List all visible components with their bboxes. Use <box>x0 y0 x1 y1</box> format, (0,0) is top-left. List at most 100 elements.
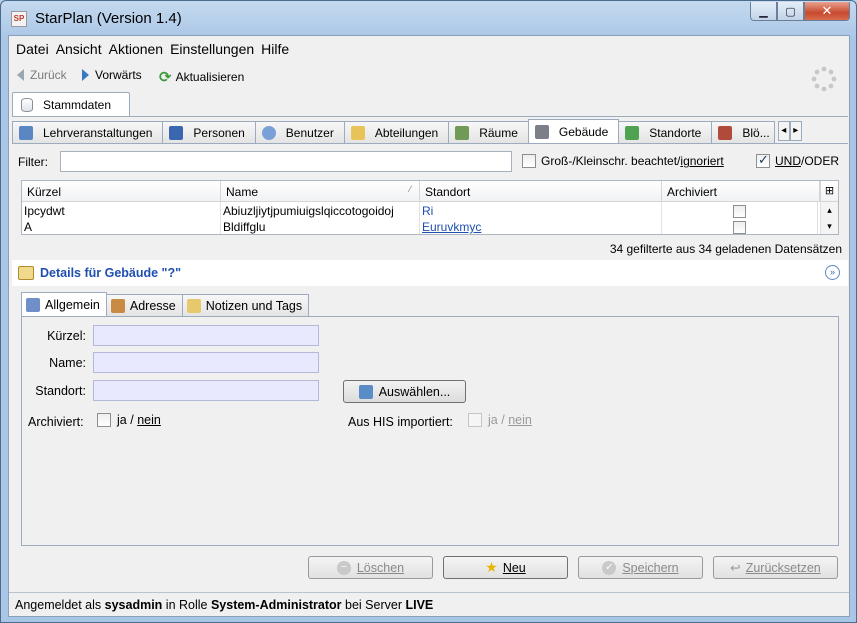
tab-scroll-left-icon[interactable]: ◂ <box>777 121 790 141</box>
window-title: StarPlan (Version 1.4) <box>35 10 182 27</box>
archived-checkbox[interactable] <box>733 205 746 219</box>
building-icon <box>534 124 549 139</box>
name-input[interactable] <box>93 352 319 373</box>
table-header: Kürzel Name ⁄ Standort Archiviert ⊞ <box>22 181 838 202</box>
refresh-button[interactable]: ⟳ Aktualisieren <box>159 68 244 86</box>
cell-name: Bldiffglu <box>221 220 420 234</box>
column-name-label: Name <box>226 185 259 199</box>
tab-scroll-right-icon[interactable]: ▸ <box>789 121 802 141</box>
status-mid: in Rolle <box>162 598 211 612</box>
tab-lehrveranstaltungen[interactable]: Lehrveranstaltungen <box>12 121 164 143</box>
tab-label: Adresse <box>129 298 176 313</box>
app-icon: SP <box>11 11 27 27</box>
house-icon <box>110 298 125 313</box>
cell-name: Abiuzljiytjpumiuigslqiccotogoidoj <box>221 202 420 220</box>
tab-raeume[interactable]: Räume <box>448 121 529 143</box>
user-icon <box>261 125 276 140</box>
tab-label: Gebäude <box>558 124 609 139</box>
tab-standorte[interactable]: Standorte <box>618 121 713 143</box>
status-user: sysadmin <box>104 598 163 612</box>
nav-bar: Zurück Vorwärts ⟳ Aktualisieren <box>9 64 849 92</box>
tab-gebaeude[interactable]: Gebäude <box>527 119 620 143</box>
filter-label: Filter: <box>18 155 48 169</box>
back-arrow-icon <box>17 69 24 81</box>
action-bar: − Löschen ★ Neu ✓ Speichern ↩ Zurücksetz… <box>12 556 848 582</box>
status-role: System-Administrator <box>210 598 342 612</box>
save-button[interactable]: ✓ Speichern <box>578 556 703 579</box>
select-location-button[interactable]: Auswählen... <box>343 380 466 403</box>
name-label: Name: <box>49 356 86 370</box>
cell-standort[interactable]: Euruvkmyc <box>420 220 662 234</box>
star-icon: ★ <box>485 559 498 575</box>
archived-checkbox[interactable] <box>733 221 746 234</box>
allgemein-form: Kürzel: Name: Standort: Auswählen... Arc… <box>21 316 839 546</box>
forward-label: Vorwärts <box>95 68 142 82</box>
tab-label: Personen <box>193 125 245 140</box>
minimize-button[interactable]: ▁ <box>750 2 777 21</box>
reset-button[interactable]: ↩ Zurücksetzen <box>713 556 838 579</box>
database-icon <box>21 97 33 112</box>
record-count: 34 gefilterte aus 34 geladenen Datensätz… <box>609 242 842 256</box>
delete-button[interactable]: − Löschen <box>308 556 433 579</box>
tab-stammdaten-label: Stammdaten <box>43 97 112 112</box>
yes-label: ja <box>117 413 127 427</box>
tab-stammdaten[interactable]: Stammdaten <box>12 92 130 116</box>
delete-label: Löschen <box>356 560 405 575</box>
collapse-icon[interactable]: » <box>825 265 840 280</box>
scroll-up-icon[interactable]: ▴ <box>821 202 838 218</box>
case-sensitive-option[interactable]: Groß-/Kleinschr. beachtet/ignoriert <box>522 154 724 168</box>
archiviert-toggle[interactable]: ja / nein <box>97 413 161 427</box>
stammdaten-panel: Lehrveranstaltungen Personen Benutzer Ab… <box>12 116 848 614</box>
filter-row: Filter: Groß-/Kleinschr. beachtet/ignori… <box>12 150 848 174</box>
tab-abteilungen[interactable]: Abteilungen <box>343 121 450 143</box>
tab-notizen[interactable]: Notizen und Tags <box>181 294 310 316</box>
column-archiviert[interactable]: Archiviert <box>662 181 820 202</box>
cell-kuerzel: Ipcydwt <box>22 202 221 220</box>
and-or-checkbox[interactable] <box>756 152 770 168</box>
tab-adresse[interactable]: Adresse <box>105 294 183 316</box>
kuerzel-input[interactable] <box>93 325 319 346</box>
maximize-button[interactable]: ▢ <box>777 2 804 21</box>
scroll-down-icon[interactable]: ▾ <box>821 218 838 234</box>
forward-button[interactable]: Vorwärts <box>82 68 142 82</box>
case-sensitive-checkbox[interactable] <box>522 154 536 168</box>
menu-bar: Datei Ansicht Aktionen Einstellungen Hil… <box>9 36 849 60</box>
or-label: /ODER <box>801 154 840 168</box>
tab-personen[interactable]: Personen <box>162 121 256 143</box>
tab-label: Standorte <box>649 125 702 140</box>
sort-indicator-icon: ⁄ <box>409 184 411 194</box>
menu-datei[interactable]: Datei <box>14 36 52 60</box>
cell-standort[interactable]: Ri <box>420 202 662 220</box>
menu-aktionen[interactable]: Aktionen <box>107 36 166 60</box>
tab-allgemein[interactable]: Allgemein <box>21 292 107 316</box>
and-or-option[interactable]: UND/ODER <box>756 152 840 168</box>
back-button[interactable]: Zurück <box>17 68 67 82</box>
table-row[interactable]: Ipcydwt Abiuzljiytjpumiuigslqiccotogoido… <box>22 202 818 220</box>
details-title: Details für Gebäude "?" <box>40 266 182 280</box>
tab-benutzer[interactable]: Benutzer <box>254 121 345 143</box>
column-chooser-icon[interactable]: ⊞ <box>820 181 838 202</box>
reset-icon: ↩ <box>730 561 741 575</box>
table-row[interactable]: A Bldiffglu Euruvkmyc <box>22 220 818 234</box>
delete-icon: − <box>336 560 351 575</box>
menu-einstellungen[interactable]: Einstellungen <box>168 36 257 60</box>
new-button[interactable]: ★ Neu <box>443 556 568 579</box>
menu-hilfe[interactable]: Hilfe <box>259 36 292 60</box>
cell-kuerzel: A <box>22 220 221 234</box>
buildings-table: Kürzel Name ⁄ Standort Archiviert ⊞ Ipcy… <box>21 180 839 235</box>
standort-input[interactable] <box>93 380 319 401</box>
column-standort[interactable]: Standort <box>420 181 662 202</box>
menu-ansicht[interactable]: Ansicht <box>54 36 105 60</box>
tab-bloecke[interactable]: Blö... <box>711 121 775 143</box>
new-label: Neu <box>502 560 526 575</box>
folder-icon <box>350 125 365 140</box>
case-sensitive-label: Groß-/Kleinschr. beachtet/ <box>541 154 681 168</box>
archiviert-checkbox[interactable] <box>97 413 111 427</box>
table-scrollbar[interactable]: ▴ ▾ <box>820 202 838 234</box>
column-name[interactable]: Name ⁄ <box>221 181 420 202</box>
close-button[interactable]: ✕ <box>804 2 850 21</box>
standort-label: Standort: <box>35 384 86 398</box>
filter-input[interactable] <box>60 151 512 172</box>
column-kuerzel[interactable]: Kürzel <box>22 181 221 202</box>
his-imported-toggle: ja / nein <box>468 413 532 427</box>
